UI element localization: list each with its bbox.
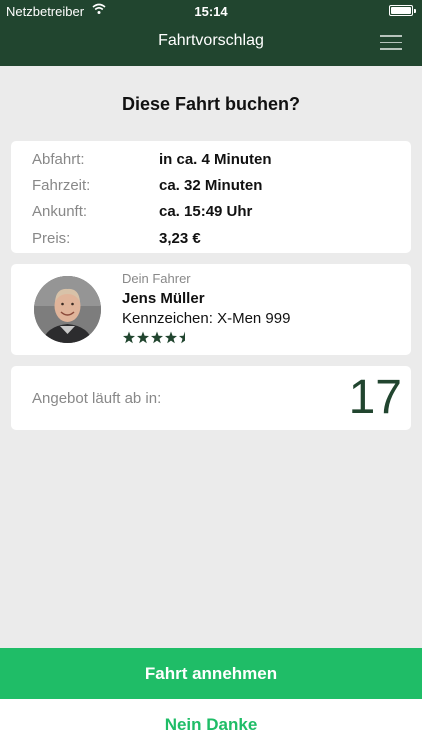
- status-bar: Netzbetreiber 15:14: [0, 0, 422, 22]
- trip-row-value: ca. 15:49 Uhr: [159, 203, 253, 220]
- decline-button[interactable]: Nein Danke: [0, 699, 422, 750]
- trip-row-label: Abfahrt:: [32, 151, 85, 168]
- status-time: 15:14: [194, 4, 228, 19]
- battery-icon: [389, 5, 416, 16]
- trip-row-arrival: Ankunft: ca. 15:49 Uhr: [11, 203, 411, 223]
- trip-row-price: Preis: 3,23 €: [11, 230, 411, 250]
- star-icon: [137, 331, 149, 344]
- offer-expiry-card: Angebot läuft ab in: 17: [11, 366, 411, 430]
- trip-details-card: Abfahrt: in ca. 4 Minuten Fahrzeit: ca. …: [11, 141, 411, 253]
- countdown-timer: 17: [348, 371, 402, 424]
- hamburger-menu-icon[interactable]: [380, 35, 402, 50]
- trip-row-departure: Abfahrt: in ca. 4 Minuten: [11, 151, 411, 171]
- nav-title: Fahrtvorschlag: [158, 32, 264, 49]
- offer-expiry-label: Angebot läuft ab in:: [32, 390, 162, 407]
- driver-card: Dein Fahrer Jens Müller Kennzeichen: X-M…: [11, 264, 411, 355]
- avatar: [34, 276, 101, 343]
- trip-row-value: in ca. 4 Minuten: [159, 151, 272, 168]
- driver-name: Jens Müller: [122, 290, 205, 307]
- trip-row-duration: Fahrzeit: ca. 32 Minuten: [11, 177, 411, 197]
- accept-ride-button[interactable]: Fahrt annehmen: [0, 648, 422, 699]
- trip-row-label: Ankunft:: [32, 203, 88, 220]
- trip-row-label: Fahrzeit:: [32, 177, 91, 194]
- star-icon: [123, 331, 135, 344]
- trip-row-value: 3,23 €: [159, 230, 201, 247]
- driver-rating: [123, 331, 195, 345]
- decline-area: Nein Danke: [0, 699, 422, 750]
- trip-row-label: Preis:: [32, 230, 71, 247]
- trip-row-value: ca. 32 Minuten: [159, 177, 263, 194]
- star-icon: [165, 331, 177, 344]
- page-title: Diese Fahrt buchen?: [121, 94, 301, 114]
- driver-caption: Dein Fahrer: [122, 271, 191, 286]
- top-bar: Netzbetreiber 15:14 Fahrtvorschlag: [0, 0, 422, 66]
- half-star-icon: [179, 331, 185, 344]
- driver-plate: Kennzeichen: X-Men 999: [122, 310, 291, 327]
- star-icon: [151, 331, 163, 344]
